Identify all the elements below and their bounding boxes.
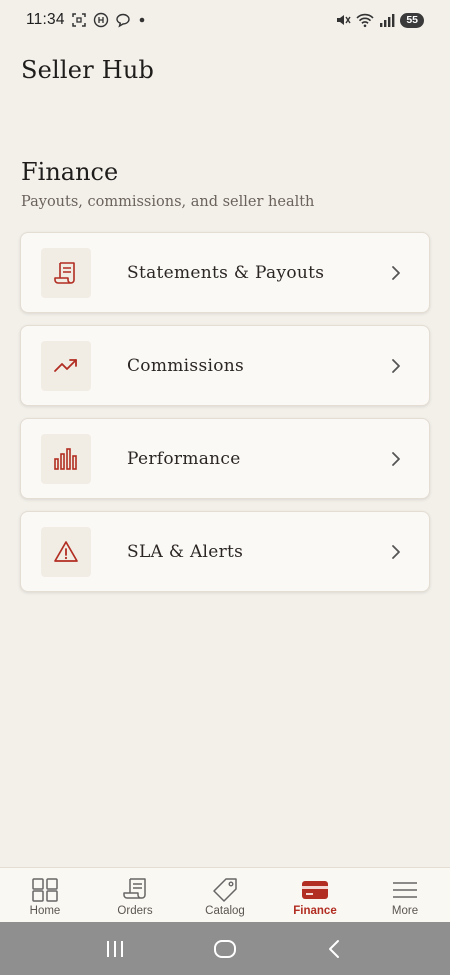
tag-icon [213, 878, 237, 902]
bar-chart-icon [54, 447, 77, 470]
card-label: Performance [127, 448, 241, 469]
recent-apps-icon[interactable] [103, 937, 127, 961]
card-icon-box [41, 340, 91, 391]
sla-alerts-card[interactable]: SLA & Alerts [20, 511, 430, 592]
nav-catalog[interactable]: Catalog [180, 868, 270, 922]
trend-up-icon [54, 358, 77, 372]
mute-icon [337, 15, 351, 25]
menu-icon [393, 882, 417, 898]
nav-label: Orders [117, 905, 153, 917]
chevron-right-icon [392, 452, 400, 466]
back-icon[interactable] [323, 937, 347, 961]
app-notification-icon [93, 12, 108, 28]
dot-icon [139, 17, 144, 23]
status-right: 55 [335, 12, 424, 28]
card-icon-box [41, 526, 91, 577]
receipt-icon [54, 261, 75, 284]
warning-icon [54, 540, 78, 562]
status-bar: 11:34 55 [0, 0, 450, 40]
finance-menu-list: Statements & Payouts Commissions Perform… [20, 232, 430, 604]
performance-card[interactable]: Performance [20, 418, 430, 499]
nav-more[interactable]: More [360, 868, 450, 922]
home-icon[interactable] [212, 937, 238, 961]
card-icon-box [41, 247, 91, 298]
status-time: 11:34 [26, 11, 65, 28]
app-title: Seller Hub [21, 56, 155, 84]
nav-home[interactable]: Home [0, 868, 90, 922]
card-label: Commissions [127, 355, 245, 376]
chevron-right-icon [392, 266, 400, 280]
chevron-right-icon [392, 545, 400, 559]
nav-label: Finance [293, 905, 337, 917]
signal-icon [380, 14, 395, 27]
card-label: Statements & Payouts [127, 262, 325, 283]
nav-label: Catalog [205, 905, 245, 917]
card-icon-box [41, 433, 91, 484]
nav-orders[interactable]: Orders [90, 868, 180, 922]
battery-icon: 55 [400, 12, 424, 28]
nav-label: More [391, 905, 419, 917]
card-label: SLA & Alerts [127, 541, 244, 562]
page-title: Finance [21, 158, 119, 186]
system-navigation-bar [0, 922, 450, 975]
wallet-card-icon [302, 881, 328, 899]
nav-finance[interactable]: Finance [270, 868, 360, 922]
status-left: 11:34 [26, 11, 147, 29]
grid-icon [32, 878, 58, 902]
receipt-icon [123, 878, 146, 899]
nav-label: Home [29, 905, 61, 917]
page-subtitle: Payouts, commissions, and seller health [21, 194, 315, 210]
chevron-right-icon [392, 359, 400, 373]
screenshot-icon [71, 13, 86, 27]
statements-payouts-card[interactable]: Statements & Payouts [20, 232, 430, 313]
bottom-nav: Home Orders Catalog Finance More [0, 867, 450, 922]
chat-bubble-icon [115, 13, 130, 28]
commissions-card[interactable]: Commissions [20, 325, 430, 406]
wifi-icon [356, 13, 374, 28]
